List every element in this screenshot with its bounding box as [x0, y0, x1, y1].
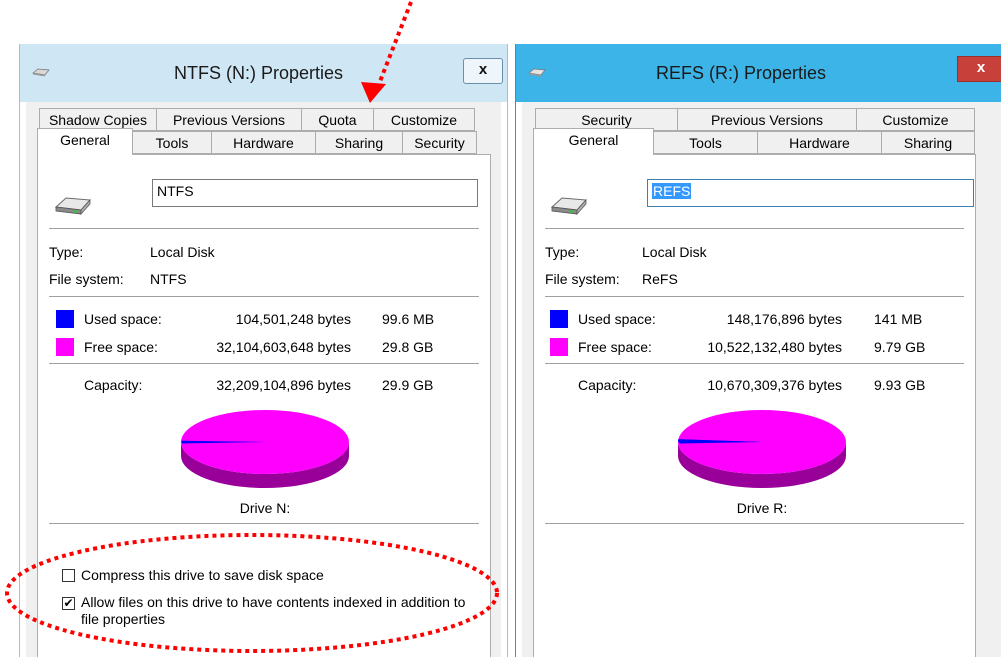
separator — [545, 523, 964, 524]
ntfs-title-bar[interactable]: NTFS (N:) Properties x — [20, 44, 507, 102]
drive-icon — [550, 197, 588, 216]
tab-tools[interactable]: Tools — [653, 131, 758, 154]
ntfs-window-title: NTFS (N:) Properties — [173, 63, 344, 83]
tab-hardware[interactable]: Hardware — [757, 131, 882, 154]
refs-close-button[interactable]: x — [957, 56, 1001, 82]
tab-previous-versions[interactable]: Previous Versions — [156, 108, 302, 131]
free-space-swatch — [56, 338, 74, 356]
tab-hardware[interactable]: Hardware — [211, 131, 316, 154]
tab-previous-versions[interactable]: Previous Versions — [677, 108, 857, 131]
tab-customize[interactable]: Customize — [856, 108, 975, 131]
index-label-line2: file properties — [81, 611, 166, 627]
index-checkbox[interactable]: ✔ — [62, 597, 75, 610]
type-label: Type: — [49, 244, 84, 260]
refs-general-panel: REFS Type: Local Disk File system: ReFS … — [533, 154, 976, 657]
type-value: Local Disk — [642, 244, 707, 260]
separator — [49, 363, 479, 364]
used-space-label: Used space: — [578, 311, 656, 327]
free-space-bytes: 10,522,132,480 bytes — [707, 339, 842, 355]
compress-label: Compress this drive to save disk space — [81, 567, 324, 583]
tab-general[interactable]: General — [533, 128, 654, 155]
capacity-bytes: 32,209,104,896 bytes — [216, 377, 351, 393]
separator — [545, 296, 964, 297]
used-space-bytes: 148,176,896 bytes — [726, 311, 842, 327]
drive-icon — [54, 197, 92, 216]
volume-label-text: REFS — [652, 183, 692, 199]
capacity-bytes: 10,670,309,376 bytes — [707, 377, 842, 393]
used-space-size: 99.6 MB — [382, 311, 435, 327]
refs-properties-window: REFS (R:) Properties x Security Previous… — [515, 44, 1001, 657]
drive-name: Drive R: — [736, 500, 788, 516]
file-system-value: ReFS — [642, 271, 678, 287]
capacity-size: 29.9 GB — [382, 377, 434, 393]
refs-title-bar[interactable]: REFS (R:) Properties x — [516, 44, 1001, 102]
separator — [545, 363, 964, 364]
used-space-bytes: 104,501,248 bytes — [235, 311, 351, 327]
volume-label-field[interactable]: REFS — [647, 179, 974, 207]
ntfs-dialog-body: Shadow Copies Previous Versions Quota Cu… — [26, 102, 501, 657]
capacity-size: 9.93 GB — [874, 377, 926, 393]
separator — [545, 228, 964, 229]
capacity-label: Capacity: — [578, 377, 637, 393]
file-system-value: NTFS — [150, 271, 187, 287]
refs-dialog-body: Security Previous Versions Customize Gen… — [522, 102, 1001, 657]
separator — [49, 228, 479, 229]
type-label: Type: — [545, 244, 580, 260]
compress-checkbox[interactable] — [62, 569, 75, 582]
ntfs-close-button[interactable]: x — [463, 58, 503, 84]
free-space-label: Free space: — [578, 339, 652, 355]
tab-sharing[interactable]: Sharing — [881, 131, 975, 154]
check-icon: ✔ — [63, 596, 74, 610]
free-space-label: Free space: — [84, 339, 158, 355]
tab-quota[interactable]: Quota — [301, 108, 374, 131]
file-system-label: File system: — [545, 271, 620, 287]
used-space-size: 141 MB — [874, 311, 923, 327]
ntfs-properties-window: NTFS (N:) Properties x Shadow Copies Pre… — [19, 44, 508, 657]
volume-label-text: NTFS — [157, 183, 194, 199]
tab-security[interactable]: Security — [402, 131, 477, 154]
ntfs-usage-pie-chart — [181, 410, 349, 488]
tab-general[interactable]: General — [37, 128, 133, 155]
volume-label-field[interactable]: NTFS — [152, 179, 478, 207]
used-space-label: Used space: — [84, 311, 162, 327]
free-space-swatch — [550, 338, 568, 356]
file-system-label: File system: — [49, 271, 124, 287]
used-space-swatch — [56, 310, 74, 328]
tab-customize[interactable]: Customize — [373, 108, 475, 131]
drive-name: Drive N: — [239, 500, 291, 516]
used-space-swatch — [550, 310, 568, 328]
capacity-label: Capacity: — [84, 377, 143, 393]
tab-tools[interactable]: Tools — [132, 131, 212, 154]
index-label-line1: Allow files on this drive to have conten… — [81, 594, 466, 610]
ntfs-general-panel: NTFS Type: Local Disk File system: NTFS … — [37, 154, 491, 657]
free-space-size: 29.8 GB — [382, 339, 434, 355]
refs-window-title: REFS (R:) Properties — [655, 63, 827, 83]
free-space-bytes: 32,104,603,648 bytes — [216, 339, 351, 355]
refs-usage-pie-chart — [678, 410, 846, 488]
separator — [49, 523, 479, 524]
type-value: Local Disk — [150, 244, 215, 260]
tab-sharing[interactable]: Sharing — [315, 131, 403, 154]
separator — [49, 296, 479, 297]
free-space-size: 9.79 GB — [874, 339, 926, 355]
